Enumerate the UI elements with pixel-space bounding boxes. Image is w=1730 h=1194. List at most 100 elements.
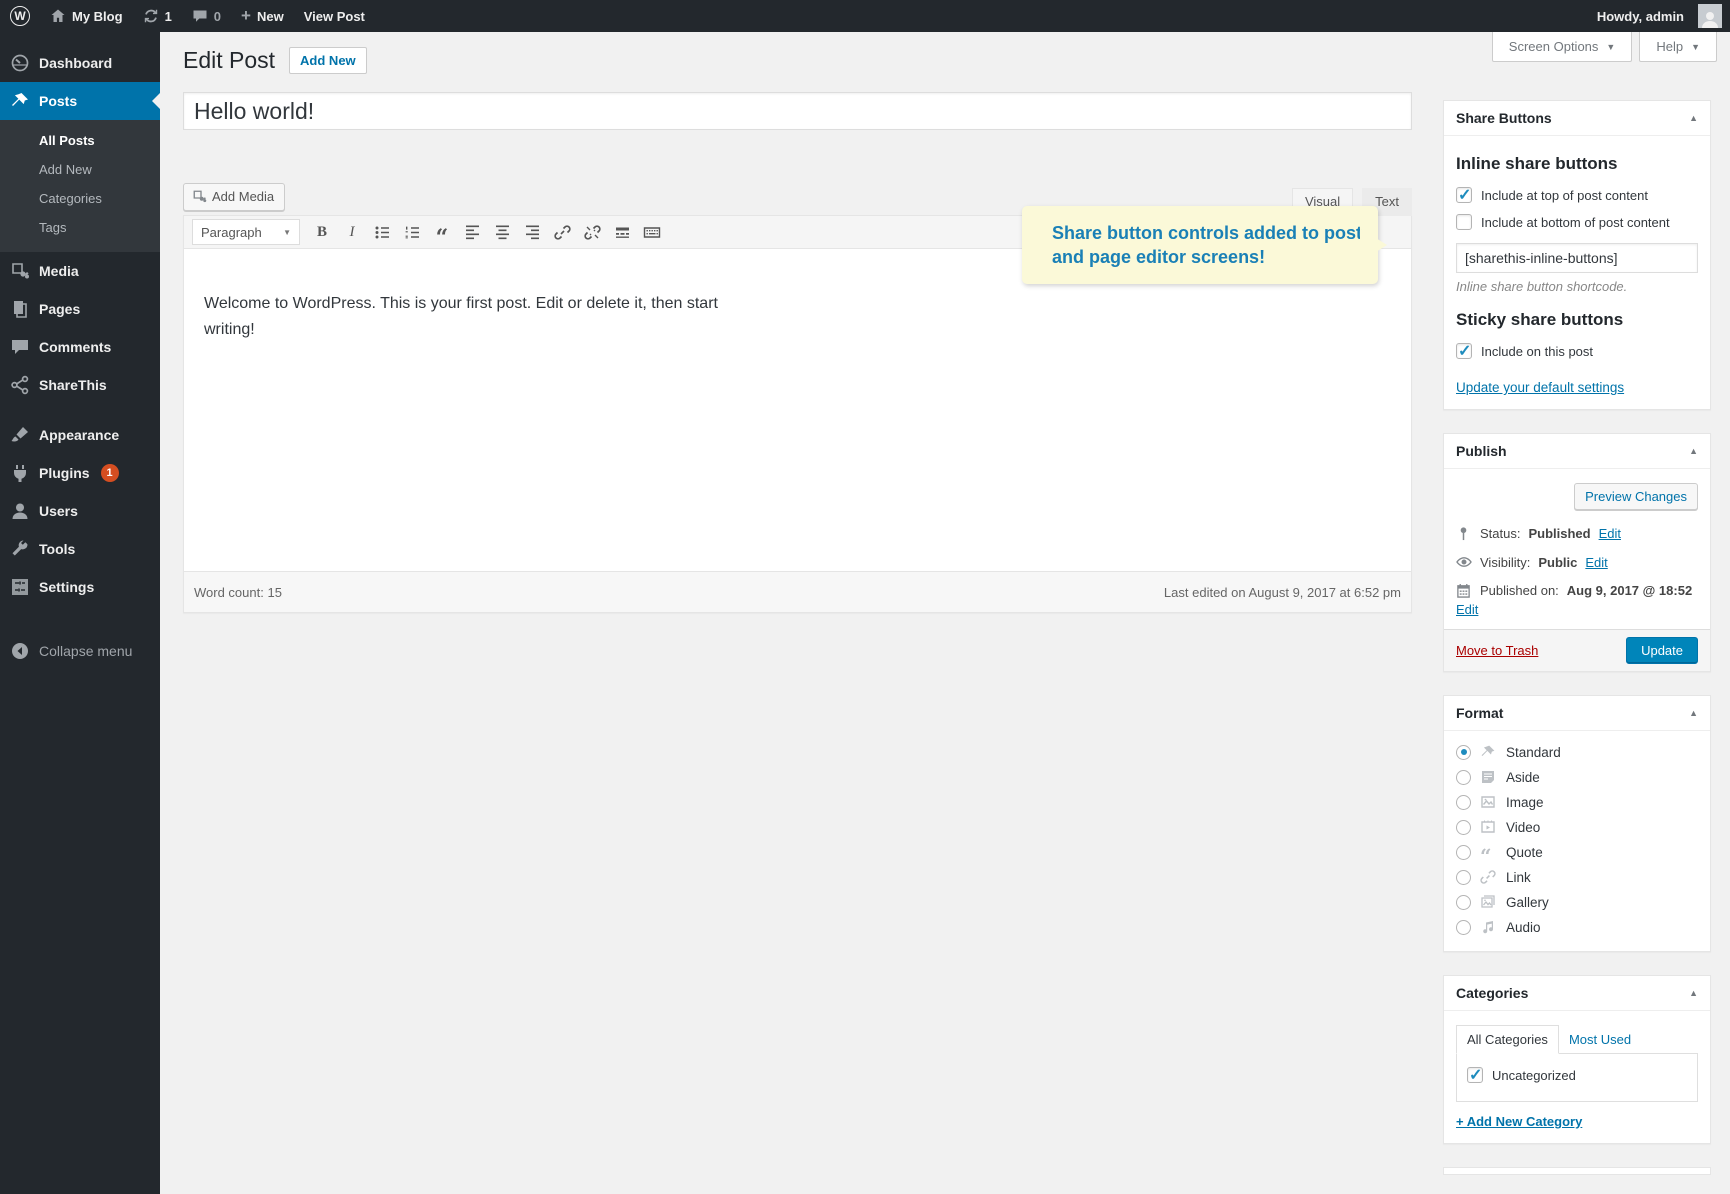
sidebar-item-label: Plugins [39, 465, 90, 481]
collapse-arrow-icon[interactable]: ▲ [1689, 708, 1698, 718]
checkbox-checked-icon[interactable] [1456, 343, 1472, 359]
status-label: Status: [1480, 526, 1520, 541]
collapse-icon [10, 641, 30, 661]
shortcode-input[interactable] [1456, 243, 1698, 273]
wordpress-logo-menu[interactable]: W [0, 0, 40, 32]
share-buttons-panel-header[interactable]: Share Buttons ▲ [1444, 101, 1710, 136]
include-bottom-checkbox-row[interactable]: Include at bottom of post content [1456, 214, 1698, 230]
checkbox-checked-icon[interactable] [1467, 1067, 1483, 1083]
format-panel-header[interactable]: Format ▲ [1444, 696, 1710, 731]
published-on-row: Published on: Aug 9, 2017 @ 18:52 Edit [1456, 583, 1698, 617]
screen-options-button[interactable]: Screen Options ▼ [1492, 32, 1633, 62]
tab-all-categories[interactable]: All Categories [1456, 1025, 1559, 1054]
view-post-menu[interactable]: View Post [294, 0, 375, 32]
update-default-settings-link[interactable]: Update your default settings [1456, 380, 1624, 395]
radio-icon[interactable] [1456, 770, 1471, 785]
radio-icon[interactable] [1456, 895, 1471, 910]
sidebar-item-plugins[interactable]: Plugins 1 [0, 454, 160, 492]
add-media-button[interactable]: Add Media [183, 183, 285, 211]
admin-sidebar: Dashboard Posts All Posts Add New Catego… [0, 32, 160, 1194]
post-title-input[interactable] [183, 92, 1412, 130]
italic-button[interactable]: I [338, 219, 366, 245]
sidebar-item-dashboard[interactable]: Dashboard [0, 44, 160, 82]
link-icon [1480, 869, 1497, 885]
sidebar-item-sharethis[interactable]: ShareThis [0, 366, 160, 404]
add-new-category-link[interactable]: + Add New Category [1456, 1114, 1582, 1129]
image-icon [1480, 794, 1497, 810]
sidebar-item-posts[interactable]: Posts [0, 82, 160, 120]
publish-panel-header[interactable]: Publish ▲ [1444, 434, 1710, 469]
align-center-button[interactable] [488, 219, 516, 245]
edit-published-link[interactable]: Edit [1456, 602, 1478, 617]
sidebar-item-media[interactable]: Media [0, 252, 160, 290]
format-option-quote[interactable]: “ Quote [1456, 844, 1698, 860]
new-content-menu[interactable]: + New [231, 0, 294, 32]
edit-visibility-link[interactable]: Edit [1585, 555, 1607, 570]
format-option-standard[interactable]: Standard [1456, 744, 1698, 760]
sidebar-item-label: Settings [39, 579, 94, 595]
sidebar-item-label: Appearance [39, 427, 119, 443]
include-top-checkbox-row[interactable]: Include at top of post content [1456, 187, 1698, 203]
bold-button[interactable]: B [308, 219, 336, 245]
collapse-arrow-icon[interactable]: ▲ [1689, 988, 1698, 998]
site-name-menu[interactable]: My Blog [40, 0, 133, 32]
collapse-arrow-icon[interactable]: ▲ [1689, 446, 1698, 456]
edit-status-link[interactable]: Edit [1599, 526, 1621, 541]
collapse-arrow-icon[interactable]: ▲ [1689, 113, 1698, 123]
sidebar-item-label: Pages [39, 301, 80, 317]
preview-changes-button[interactable]: Preview Changes [1574, 483, 1698, 510]
sidebar-item-users[interactable]: Users [0, 492, 160, 530]
format-option-aside[interactable]: Aside [1456, 769, 1698, 785]
submenu-add-new[interactable]: Add New [0, 155, 160, 184]
sidebar-item-tools[interactable]: Tools [0, 530, 160, 568]
collapse-menu-button[interactable]: Collapse menu [0, 632, 160, 670]
checkbox-unchecked-icon[interactable] [1456, 214, 1472, 230]
format-option-video[interactable]: Video [1456, 819, 1698, 835]
my-account-menu[interactable]: Howdy, admin [1587, 0, 1722, 32]
radio-icon[interactable] [1456, 795, 1471, 810]
radio-selected-icon[interactable] [1456, 745, 1471, 760]
include-sticky-checkbox-row[interactable]: Include on this post [1456, 343, 1698, 359]
submenu-all-posts[interactable]: All Posts [0, 126, 160, 155]
submenu-categories[interactable]: Categories [0, 184, 160, 213]
numbered-list-button[interactable] [398, 219, 426, 245]
format-option-gallery[interactable]: Gallery [1456, 894, 1698, 910]
categories-panel-header[interactable]: Categories ▲ [1444, 976, 1710, 1011]
update-button[interactable]: Update [1626, 637, 1698, 664]
comments-menu[interactable]: 0 [182, 0, 231, 32]
read-more-tag-button[interactable] [608, 219, 636, 245]
submenu-tags[interactable]: Tags [0, 213, 160, 242]
updates-menu[interactable]: 1 [133, 0, 182, 32]
tab-most-used[interactable]: Most Used [1559, 1026, 1641, 1053]
category-checkbox-row[interactable]: Uncategorized [1467, 1067, 1687, 1083]
checkbox-label: Include on this post [1481, 344, 1593, 359]
paragraph-format-select[interactable]: Paragraph ▼ [192, 219, 300, 245]
help-button[interactable]: Help ▼ [1639, 32, 1717, 62]
sidebar-item-settings[interactable]: Settings [0, 568, 160, 606]
toolbar-toggle-button[interactable] [638, 219, 666, 245]
radio-icon[interactable] [1456, 845, 1471, 860]
format-option-image[interactable]: Image [1456, 794, 1698, 810]
user-icon [10, 501, 30, 521]
remove-link-button[interactable] [578, 219, 606, 245]
add-new-post-button[interactable]: Add New [289, 47, 367, 74]
format-label: Audio [1506, 920, 1541, 935]
format-option-audio[interactable]: Audio [1456, 919, 1698, 935]
align-right-button[interactable] [518, 219, 546, 245]
move-to-trash-link[interactable]: Move to Trash [1456, 643, 1538, 658]
pages-icon [10, 299, 30, 319]
calendar-icon [1456, 583, 1472, 598]
blockquote-button[interactable]: “ [428, 219, 456, 245]
align-left-button[interactable] [458, 219, 486, 245]
radio-icon[interactable] [1456, 820, 1471, 835]
checkbox-checked-icon[interactable] [1456, 187, 1472, 203]
insert-link-button[interactable] [548, 219, 576, 245]
sidebar-item-comments[interactable]: Comments [0, 328, 160, 366]
bulleted-list-button[interactable] [368, 219, 396, 245]
radio-icon[interactable] [1456, 870, 1471, 885]
editor-content-area[interactable]: Welcome to WordPress. This is your first… [184, 249, 1411, 571]
radio-icon[interactable] [1456, 920, 1471, 935]
sidebar-item-pages[interactable]: Pages [0, 290, 160, 328]
format-option-link[interactable]: Link [1456, 869, 1698, 885]
sidebar-item-appearance[interactable]: Appearance [0, 416, 160, 454]
